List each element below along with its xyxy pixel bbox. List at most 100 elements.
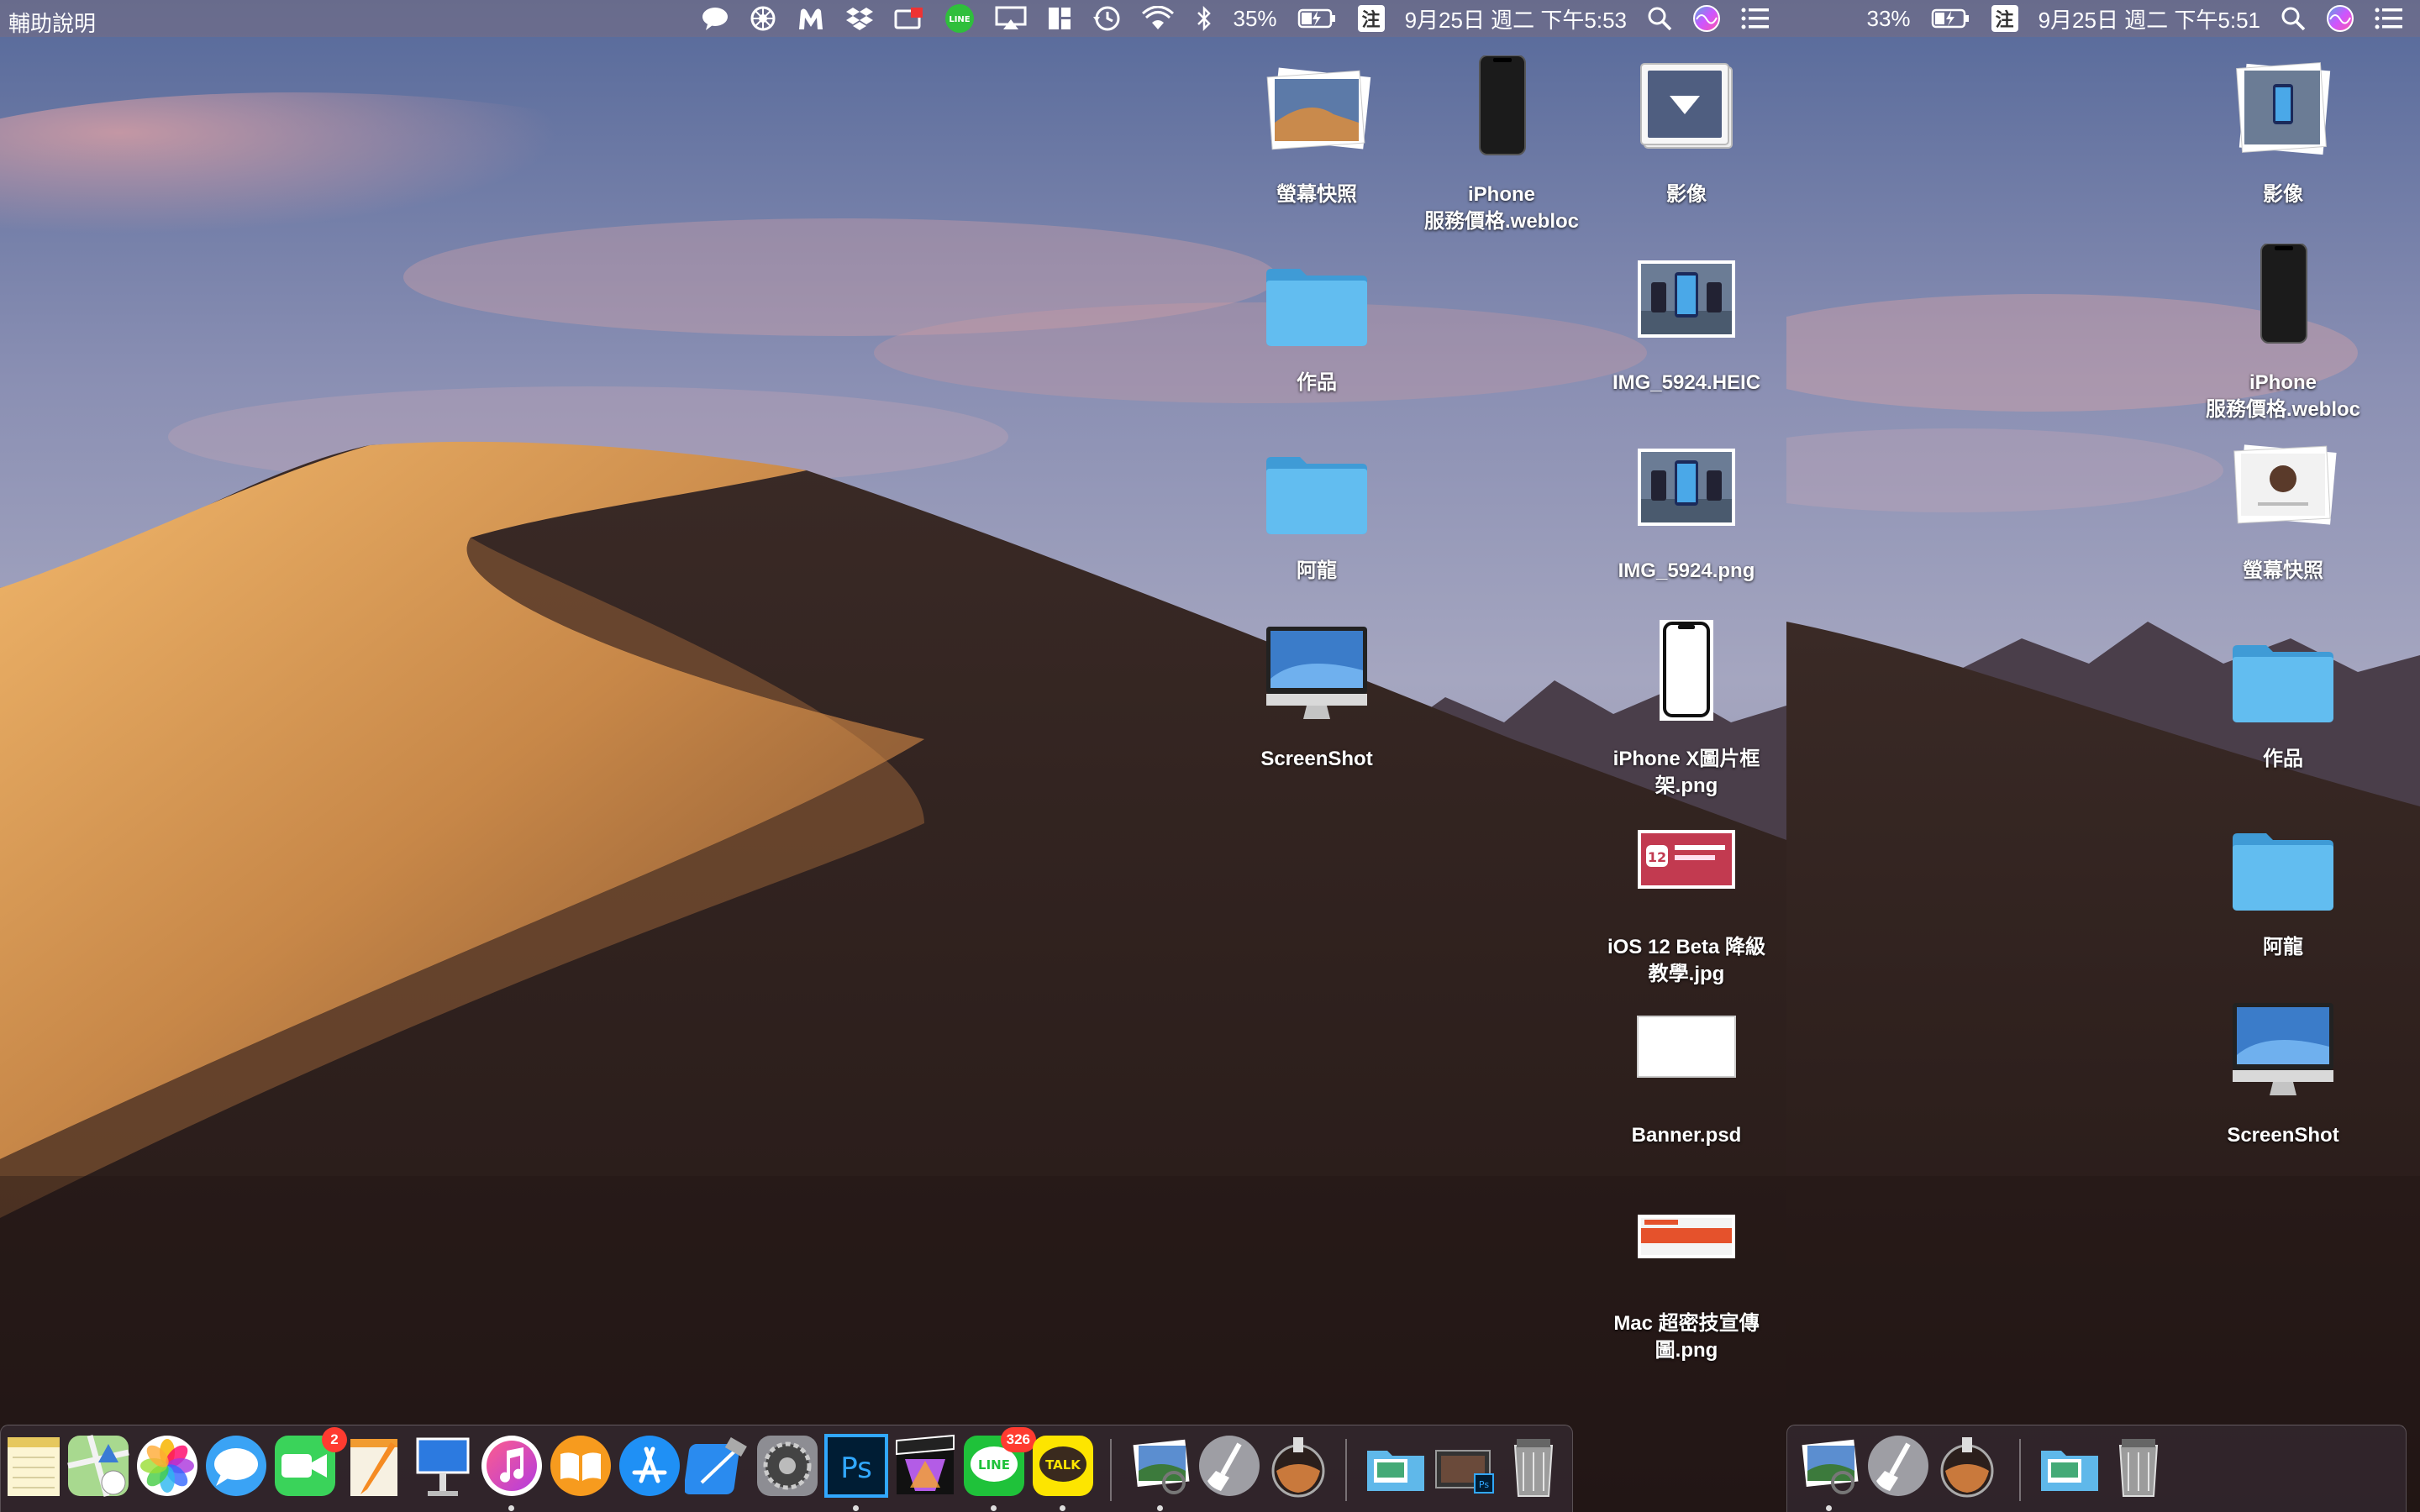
notification-center-icon[interactable] xyxy=(2375,0,2403,37)
bluetooth-icon[interactable] xyxy=(1195,0,1213,37)
dock-messages-icon[interactable] xyxy=(203,1432,270,1499)
dock-preview-icon[interactable] xyxy=(1127,1432,1194,1511)
desktop-icon-screen-capture[interactable]: 螢幕快照 xyxy=(2174,432,2392,585)
desktop-icon-label: 作品 xyxy=(1297,371,1337,394)
dock-trash-icon[interactable] xyxy=(2105,1432,2172,1499)
dock-keynote-icon[interactable] xyxy=(409,1432,476,1499)
menu-bar: 33% 注 9月25日 週二 下午5:51 xyxy=(1786,0,2420,37)
desktop-icon-mac-promo[interactable]: Mac 超密技宣傳 圖.png xyxy=(1577,1184,1786,1364)
dock-cleanmymac-icon[interactable] xyxy=(1865,1432,1932,1499)
desktop-icon-banner-psd[interactable]: Banner.psd xyxy=(1577,996,1786,1149)
dock-xcode-icon[interactable] xyxy=(683,1432,752,1499)
dock-facetime-icon[interactable]: 2 xyxy=(271,1427,347,1499)
kakaotalk-label: TALK xyxy=(1045,1457,1081,1473)
folder-icon xyxy=(1258,432,1376,549)
dock-pages-icon[interactable] xyxy=(340,1432,408,1499)
sketch-status-icon[interactable] xyxy=(750,0,776,37)
dock-final-cut-icon[interactable] xyxy=(892,1432,959,1499)
desktop-icon-label: 阿龍 xyxy=(1297,559,1337,582)
line-status-icon[interactable]: LINE xyxy=(944,0,975,37)
dock-books-icon[interactable] xyxy=(547,1432,614,1499)
dock-alchemy-icon[interactable] xyxy=(1933,1432,2001,1499)
clock[interactable]: 9月25日 週二 下午5:51 xyxy=(2039,0,2260,37)
desktop-icon-screenshot-app[interactable]: ScreenShot xyxy=(2174,996,2392,1149)
promo-thumbnail-icon xyxy=(1628,1184,1745,1302)
desktop-icon-img-heic[interactable]: IMG_5924.HEIC xyxy=(1577,244,1786,396)
psd-thumbnail-icon xyxy=(1628,996,1745,1114)
dock-cleanmymac-icon[interactable] xyxy=(1196,1432,1263,1499)
dock-folder-stack-icon[interactable] xyxy=(1362,1432,1429,1499)
input-method-label: 注 xyxy=(1991,5,2018,32)
desktop-icon-label: IMG_5924.png xyxy=(1618,559,1755,582)
wifi-icon[interactable] xyxy=(1141,0,1175,37)
notification-center-icon[interactable] xyxy=(1741,0,1770,37)
windows-manager-icon[interactable] xyxy=(1047,0,1072,37)
time-machine-icon[interactable] xyxy=(1092,0,1121,37)
clock[interactable]: 9月25日 週二 下午5:53 xyxy=(1405,0,1627,37)
menu-bar: 輔助說明 LINE 35% 注 9月25日 週二 下午5:53 xyxy=(0,0,1786,37)
desktop-icon-works-folder[interactable]: 作品 xyxy=(1207,244,1426,396)
dock-line-icon[interactable]: LINE 326 xyxy=(960,1427,1036,1511)
input-method-icon[interactable]: 注 xyxy=(1357,0,1385,37)
battery-charging-icon[interactable] xyxy=(1931,0,1971,37)
dock-photoshop-icon[interactable]: Ps xyxy=(823,1432,890,1511)
folder-icon xyxy=(2224,620,2342,738)
iphone-dark-icon xyxy=(1443,55,1560,173)
battery-charging-icon[interactable] xyxy=(1297,0,1338,37)
messages-status-icon[interactable] xyxy=(701,0,729,37)
battery-percent[interactable]: 33% xyxy=(1867,0,1911,37)
screenshot-stack-icon xyxy=(2224,432,2342,549)
dock-kakaotalk-icon[interactable]: TALK xyxy=(1029,1432,1097,1511)
airplay-icon[interactable] xyxy=(995,0,1027,37)
desktop-icon-along-folder[interactable]: 阿龍 xyxy=(2174,808,2392,961)
dock-preview-icon[interactable] xyxy=(1796,1432,1863,1511)
desktop-icon-label: iOS 12 Beta 降級 教學.jpg xyxy=(1607,936,1766,985)
siri-icon[interactable] xyxy=(1692,0,1721,37)
spotlight-search-icon[interactable] xyxy=(2281,0,2306,37)
input-method-icon[interactable]: 注 xyxy=(1991,0,2018,37)
folder-icon xyxy=(1258,244,1376,361)
desktop-icon-img-png[interactable]: IMG_5924.png xyxy=(1577,432,1786,585)
dock-system-preferences-icon[interactable] xyxy=(754,1432,821,1499)
dropbox-icon[interactable] xyxy=(845,0,874,37)
desktop-icon-label: Mac 超密技宣傳 圖.png xyxy=(1613,1312,1760,1362)
desktop-icon-images[interactable]: 影像 xyxy=(1577,55,1786,208)
dock-alchemy-icon[interactable] xyxy=(1265,1432,1332,1499)
desktop-icon-ios12-jpg[interactable]: 12 iOS 12 Beta 降級 教學.jpg xyxy=(1577,808,1786,988)
spotlight-search-icon[interactable] xyxy=(1647,0,1672,37)
dock-notes-icon[interactable] xyxy=(1,1432,68,1499)
siri-icon[interactable] xyxy=(2326,0,2354,37)
desktop-icon-screenshot-app[interactable]: ScreenShot xyxy=(1207,620,1426,773)
dock-separator xyxy=(1110,1439,1112,1501)
dock-photos-icon[interactable] xyxy=(134,1432,201,1499)
desktop-icon-images[interactable]: 影像 xyxy=(2174,55,2392,208)
running-indicator xyxy=(1060,1505,1065,1511)
imac-icon xyxy=(1258,620,1376,738)
desktop-icon-label: 作品 xyxy=(2263,748,2303,770)
screenshot-stack-icon xyxy=(1258,55,1376,173)
desktop-icon-iphone-frame[interactable]: iPhone X圖片框 架.png xyxy=(1577,620,1786,800)
desktop-icon-label: IMG_5924.HEIC xyxy=(1612,371,1761,394)
dock-maps-icon[interactable] xyxy=(65,1432,132,1499)
desktop-right: 33% 注 9月25日 週二 下午5:51 影像 iPhone 服務價格.web… xyxy=(1786,0,2420,1512)
dock-itunes-icon[interactable] xyxy=(478,1432,545,1511)
photoshop-small-label: Ps xyxy=(1479,1479,1489,1490)
help-menu[interactable]: 輔助說明 xyxy=(8,7,96,38)
desktop-icon-along-folder[interactable]: 阿龍 xyxy=(1207,432,1426,585)
dock-screenshot-stack-icon[interactable]: Ps xyxy=(1431,1432,1498,1499)
malwarebytes-icon[interactable] xyxy=(797,0,825,37)
card-status-icon[interactable] xyxy=(894,0,924,37)
desktop-icon-label: Banner.psd xyxy=(1631,1124,1742,1147)
dock-app-store-icon[interactable] xyxy=(616,1432,683,1499)
dock-folder-stack-icon[interactable] xyxy=(2036,1432,2103,1499)
line-dock-label: LINE xyxy=(978,1457,1010,1473)
desktop-icon-label: iPhone X圖片框 架.png xyxy=(1612,748,1760,797)
battery-percent[interactable]: 35% xyxy=(1234,0,1277,37)
desktop-icon-label: 影像 xyxy=(2263,183,2303,206)
ios12-thumb-number: 12 xyxy=(1648,849,1666,865)
desktop-icon-label: 影像 xyxy=(1666,183,1707,206)
desktop-icon-works-folder[interactable]: 作品 xyxy=(2174,620,2392,773)
dock-trash-icon[interactable] xyxy=(1500,1432,1567,1499)
desktop-icon-iphone-webloc[interactable]: iPhone 服務價格.webloc xyxy=(2174,243,2392,423)
desktop-icon-label: 螢幕快照 xyxy=(2243,559,2323,582)
